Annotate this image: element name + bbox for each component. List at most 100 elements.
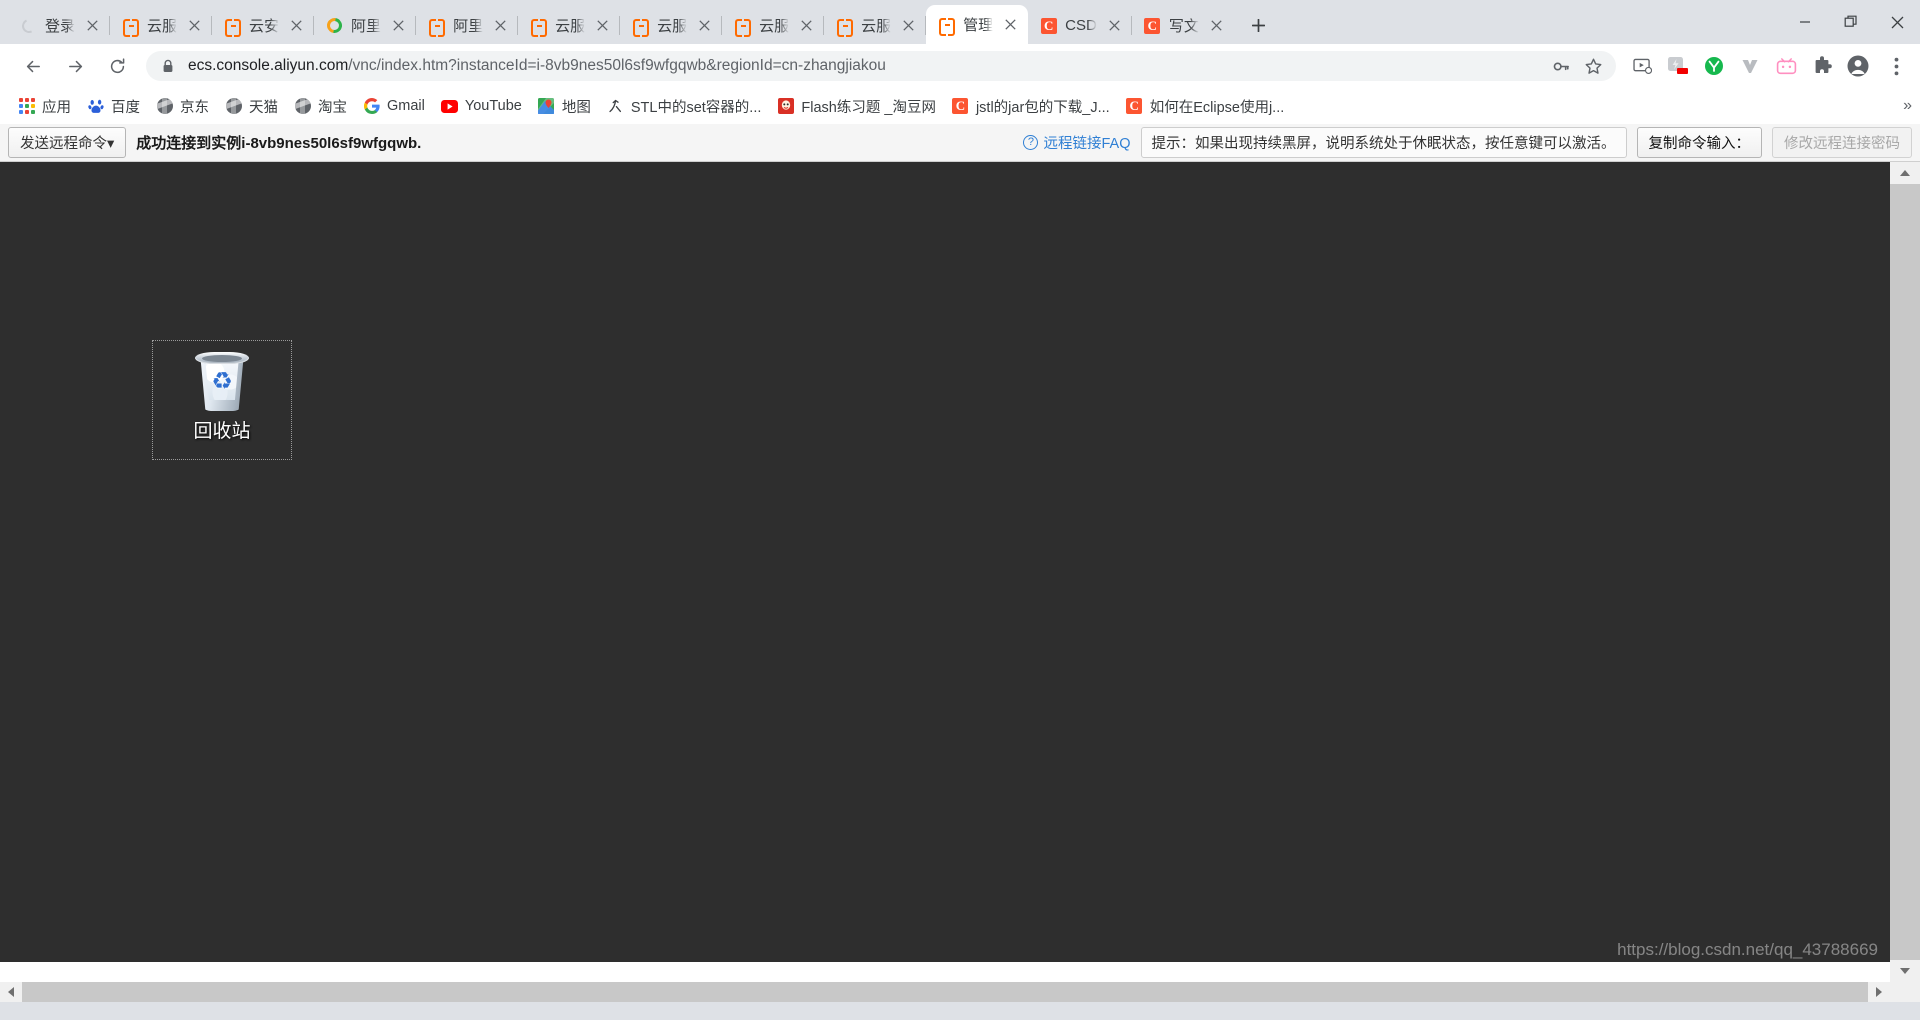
tab-close-icon[interactable] xyxy=(84,17,101,34)
bookmark-star-icon[interactable] xyxy=(1580,53,1606,79)
new-tab-button[interactable] xyxy=(1244,10,1274,40)
bookmark-item[interactable]: 百度 xyxy=(79,92,148,121)
address-bar[interactable]: ecs.console.aliyun.com/vnc/index.htm?ins… xyxy=(146,51,1616,81)
csdn-icon: C xyxy=(952,98,969,115)
remote-desktop-canvas[interactable]: ♻ 回收站 https://blog.csdn.net/qq_43788669 xyxy=(0,162,1890,962)
bookmark-label: jstl的jar包的下载_J... xyxy=(975,99,1110,116)
send-remote-command-label: 发送远程命令 xyxy=(20,136,107,152)
watermark-text: https://blog.csdn.net/qq_43788669 xyxy=(1617,940,1878,959)
tab-title: 云服 xyxy=(759,18,790,35)
scroll-down-arrow-icon[interactable] xyxy=(1890,960,1920,982)
forward-icon[interactable] xyxy=(60,51,90,81)
reload-icon[interactable] xyxy=(102,51,132,81)
media-cast-icon[interactable] xyxy=(1627,51,1657,81)
browser-tab[interactable]: C 写文 xyxy=(1132,7,1234,44)
browser-tab[interactable]: 管理 xyxy=(926,5,1029,44)
bookmark-item[interactable]: 淘宝 xyxy=(286,92,355,121)
browser-tab[interactable]: 云服 xyxy=(518,7,621,44)
remote-connection-faq-link[interactable]: ? 远程链接FAQ xyxy=(1023,132,1131,153)
tab-separator xyxy=(1027,14,1028,33)
browser-tab[interactable]: 云服 xyxy=(722,7,825,44)
bookmark-item[interactable]: Cjstl的jar包的下载_J... xyxy=(944,92,1118,121)
tab-strip: 登录 云服 云安 阿里 阿里 云服 云服 云服 云服 管理 C CSD C 写文 xyxy=(0,0,1920,44)
tab-close-icon[interactable] xyxy=(798,17,815,34)
apps-grid-icon xyxy=(18,98,35,115)
bookmark-item[interactable]: 京东 xyxy=(148,92,217,121)
tab-close-icon[interactable] xyxy=(186,17,203,34)
tab-close-icon[interactable] xyxy=(900,17,917,34)
tab-close-icon[interactable] xyxy=(492,17,509,34)
browser-tab[interactable]: 云服 xyxy=(824,7,927,44)
three-dot-menu-icon[interactable] xyxy=(1882,52,1910,80)
copy-command-input-button[interactable]: 复制命令输入： xyxy=(1636,127,1762,158)
alicloud-icon xyxy=(122,17,139,37)
scroll-left-arrow-icon[interactable] xyxy=(0,982,22,1002)
bookmark-label: 如何在Eclipse使用j... xyxy=(1149,99,1285,116)
csdn-icon: C xyxy=(1040,17,1057,34)
browser-tab[interactable]: 阿里 xyxy=(416,7,519,44)
tab-title: 云服 xyxy=(147,18,178,35)
browser-tab[interactable]: C CSD xyxy=(1028,7,1132,44)
vnc-viewport: ♻ 回收站 https://blog.csdn.net/qq_43788669 xyxy=(0,162,1920,982)
tab-close-icon[interactable] xyxy=(1106,17,1123,34)
maximize-restore-button[interactable] xyxy=(1828,0,1874,44)
browser-tab[interactable]: 云安 xyxy=(212,7,315,44)
alicloud-icon xyxy=(224,17,241,37)
v-letter-icon[interactable] xyxy=(1735,51,1765,81)
bookmark-item[interactable]: 天猫 xyxy=(217,92,286,121)
tab-close-icon[interactable] xyxy=(1002,16,1019,33)
tab-close-icon[interactable] xyxy=(594,17,611,34)
tab-title: 云服 xyxy=(657,18,688,35)
tab-title: 阿里 xyxy=(351,18,382,35)
scroll-up-arrow-icon[interactable] xyxy=(1890,162,1920,184)
bookmark-label: 应用 xyxy=(42,99,71,116)
send-remote-command-button[interactable]: 发送远程命令▾ xyxy=(8,127,127,158)
minimize-button[interactable] xyxy=(1782,0,1828,44)
vertical-scrollbar[interactable] xyxy=(1890,162,1920,982)
bookmark-item[interactable]: 应用 xyxy=(10,92,79,121)
browser-tab[interactable]: 登录 xyxy=(8,7,111,44)
vnc-toolbar: 发送远程命令▾ 成功连接到实例i-8vb9nes50l6sf9wfgqwb. ?… xyxy=(0,124,1920,162)
bookmark-item[interactable]: STL中的set容器的... xyxy=(599,92,770,121)
youdao-icon[interactable] xyxy=(1699,51,1729,81)
alicloud-icon xyxy=(428,17,445,37)
google-maps-icon xyxy=(538,98,555,115)
baidu-paw-icon xyxy=(87,98,104,115)
tab-close-icon[interactable] xyxy=(288,17,305,34)
url-text: ecs.console.aliyun.com/vnc/index.htm?ins… xyxy=(188,57,1542,75)
tab-list: 登录 云服 云安 阿里 阿里 云服 云服 云服 云服 管理 C CSD C 写文 xyxy=(8,0,1234,44)
desktop-icon-recycle-bin[interactable]: ♻ 回收站 xyxy=(152,340,292,460)
browser-tab[interactable]: 云服 xyxy=(620,7,723,44)
horizontal-scrollbar[interactable] xyxy=(0,982,1920,1002)
tab-close-icon[interactable] xyxy=(1208,17,1225,34)
bookmark-item[interactable]: Gmail xyxy=(355,94,433,119)
tab-title: 阿里 xyxy=(453,18,484,35)
tab-close-icon[interactable] xyxy=(390,17,407,34)
screen-recorder-icon[interactable] xyxy=(1663,51,1693,81)
tab-title: CSD xyxy=(1065,17,1097,34)
browser-tab[interactable]: 云服 xyxy=(110,7,213,44)
back-icon[interactable] xyxy=(18,51,48,81)
tab-title: 登录 xyxy=(45,18,76,35)
horizontal-scroll-track[interactable] xyxy=(22,982,1868,1002)
desktop-icon-label: 回收站 xyxy=(193,421,251,442)
bilibili-tv-icon[interactable] xyxy=(1771,51,1801,81)
puzzle-extensions-icon[interactable] xyxy=(1807,51,1837,81)
password-key-icon[interactable] xyxy=(1548,53,1574,79)
chevron-down-icon: ▾ xyxy=(107,136,115,152)
profile-avatar-icon[interactable] xyxy=(1843,51,1873,81)
browser-tab[interactable]: 阿里 xyxy=(314,7,417,44)
tab-close-icon[interactable] xyxy=(696,17,713,34)
globe-icon xyxy=(294,98,311,115)
google-g-icon xyxy=(363,98,380,115)
connection-status-text: 成功连接到实例i-8vb9nes50l6sf9wfgqwb. xyxy=(136,135,422,152)
bookmark-item[interactable]: YouTube xyxy=(433,94,530,119)
bookmark-item[interactable]: 地图 xyxy=(530,92,599,121)
scroll-right-arrow-icon[interactable] xyxy=(1868,982,1890,1002)
bookmark-label: 百度 xyxy=(111,99,140,116)
bookmark-item[interactable]: C 如何在Eclipse使用j... xyxy=(1118,92,1293,121)
close-window-button[interactable] xyxy=(1874,0,1920,44)
bookmark-item[interactable]: Flash练习题 _淘豆网 xyxy=(769,92,944,121)
bookmark-label: Gmail xyxy=(387,98,425,114)
bookmarks-overflow-icon[interactable]: » xyxy=(1903,97,1912,115)
